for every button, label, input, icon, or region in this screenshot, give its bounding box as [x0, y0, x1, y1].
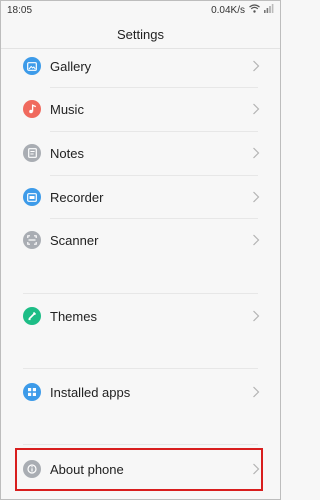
settings-item-label: Music: [50, 101, 84, 117]
settings-item-about-phone[interactable]: About phone: [1, 447, 280, 491]
chevron-right-icon: [253, 463, 260, 475]
settings-item-music[interactable]: Music: [1, 87, 280, 131]
installed-apps-icon: [23, 383, 41, 401]
music-icon: [23, 100, 41, 118]
settings-item-label: Gallery: [50, 58, 92, 74]
settings-item-notes[interactable]: Notes: [1, 131, 280, 175]
settings-item-label: About phone: [50, 461, 124, 477]
settings-item-gallery[interactable]: Gallery: [1, 44, 280, 88]
status-bar: 18:05 0.04K/s: [1, 1, 280, 19]
signal-icon: [264, 4, 274, 16]
chevron-right-icon: [253, 103, 260, 115]
scanner-icon: [23, 231, 41, 249]
wifi-icon: [249, 4, 260, 16]
status-time: 18:05: [7, 4, 33, 16]
settings-item-label: Scanner: [50, 232, 99, 248]
settings-item-label: Themes: [50, 308, 97, 324]
settings-item-installed-apps[interactable]: Installed apps: [1, 370, 280, 414]
info-icon: [23, 460, 41, 478]
settings-item-recorder[interactable]: Recorder: [1, 175, 280, 219]
chevron-right-icon: [253, 310, 260, 322]
settings-item-scanner[interactable]: Scanner: [1, 218, 280, 262]
section-divider: [23, 444, 258, 445]
settings-item-label: Notes: [50, 145, 84, 161]
recorder-icon: [23, 188, 41, 206]
settings-item-label: Recorder: [50, 189, 104, 205]
settings-item-themes[interactable]: Themes: [1, 294, 280, 338]
themes-icon: [23, 307, 41, 325]
settings-item-label: Installed apps: [50, 384, 131, 400]
chevron-right-icon: [253, 60, 260, 72]
notes-icon: [23, 144, 41, 162]
chevron-right-icon: [253, 386, 260, 398]
chevron-right-icon: [253, 234, 260, 246]
section-divider: [23, 368, 258, 369]
gallery-icon: [23, 57, 41, 75]
network-speed: 0.04K/s: [211, 4, 245, 16]
chevron-right-icon: [253, 147, 260, 159]
chevron-right-icon: [253, 191, 260, 203]
status-indicators: 0.04K/s: [211, 4, 274, 16]
